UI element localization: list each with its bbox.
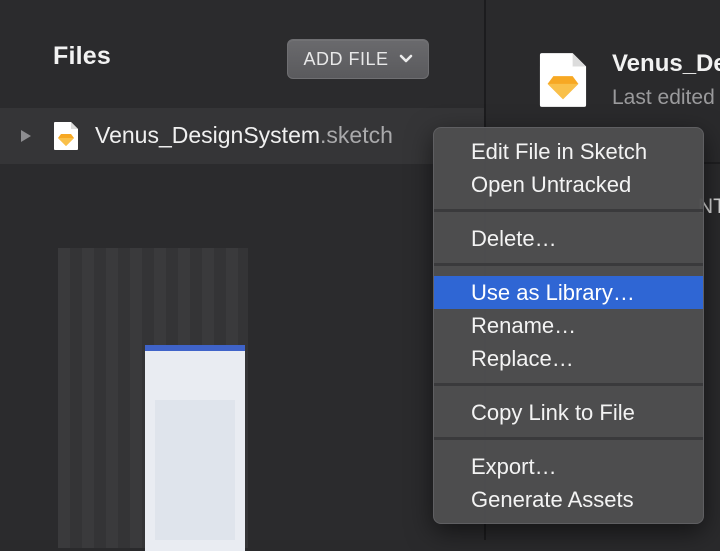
menu-separator [434,437,703,440]
file-basename: Venus_DesignSystem [95,122,321,148]
menu-item-edit-in-sketch[interactable]: Edit File in Sketch [434,135,703,168]
context-menu: Edit File in Sketch Open Untracked Delet… [433,127,704,524]
menu-item-export[interactable]: Export… [434,450,703,483]
sketch-file-icon [54,122,78,150]
menu-item-open-untracked[interactable]: Open Untracked [434,168,703,201]
menu-separator [434,209,703,212]
sketch-file-icon [539,53,587,107]
add-file-label: ADD FILE [303,48,389,69]
chevron-down-icon [399,54,412,63]
disclosure-triangle-icon[interactable] [20,129,32,143]
preview-thumbnail-content [155,400,235,540]
menu-item-rename[interactable]: Rename… [434,309,703,342]
menu-item-copy-link[interactable]: Copy Link to File [434,396,703,429]
add-file-button[interactable]: ADD FILE [287,39,429,79]
file-name[interactable]: Venus_DesignSystem.sketch [95,122,393,149]
detail-title: Venus_De [612,50,720,77]
menu-item-replace[interactable]: Replace… [434,342,703,375]
menu-separator [434,263,703,266]
menu-item-delete[interactable]: Delete… [434,222,703,255]
menu-item-generate-assets[interactable]: Generate Assets [434,483,703,516]
menu-item-use-as-library[interactable]: Use as Library… [434,276,703,309]
files-title: Files [53,42,111,70]
detail-subtitle: Last edited [612,86,715,109]
file-extension: .sketch [320,122,393,148]
menu-separator [434,383,703,386]
